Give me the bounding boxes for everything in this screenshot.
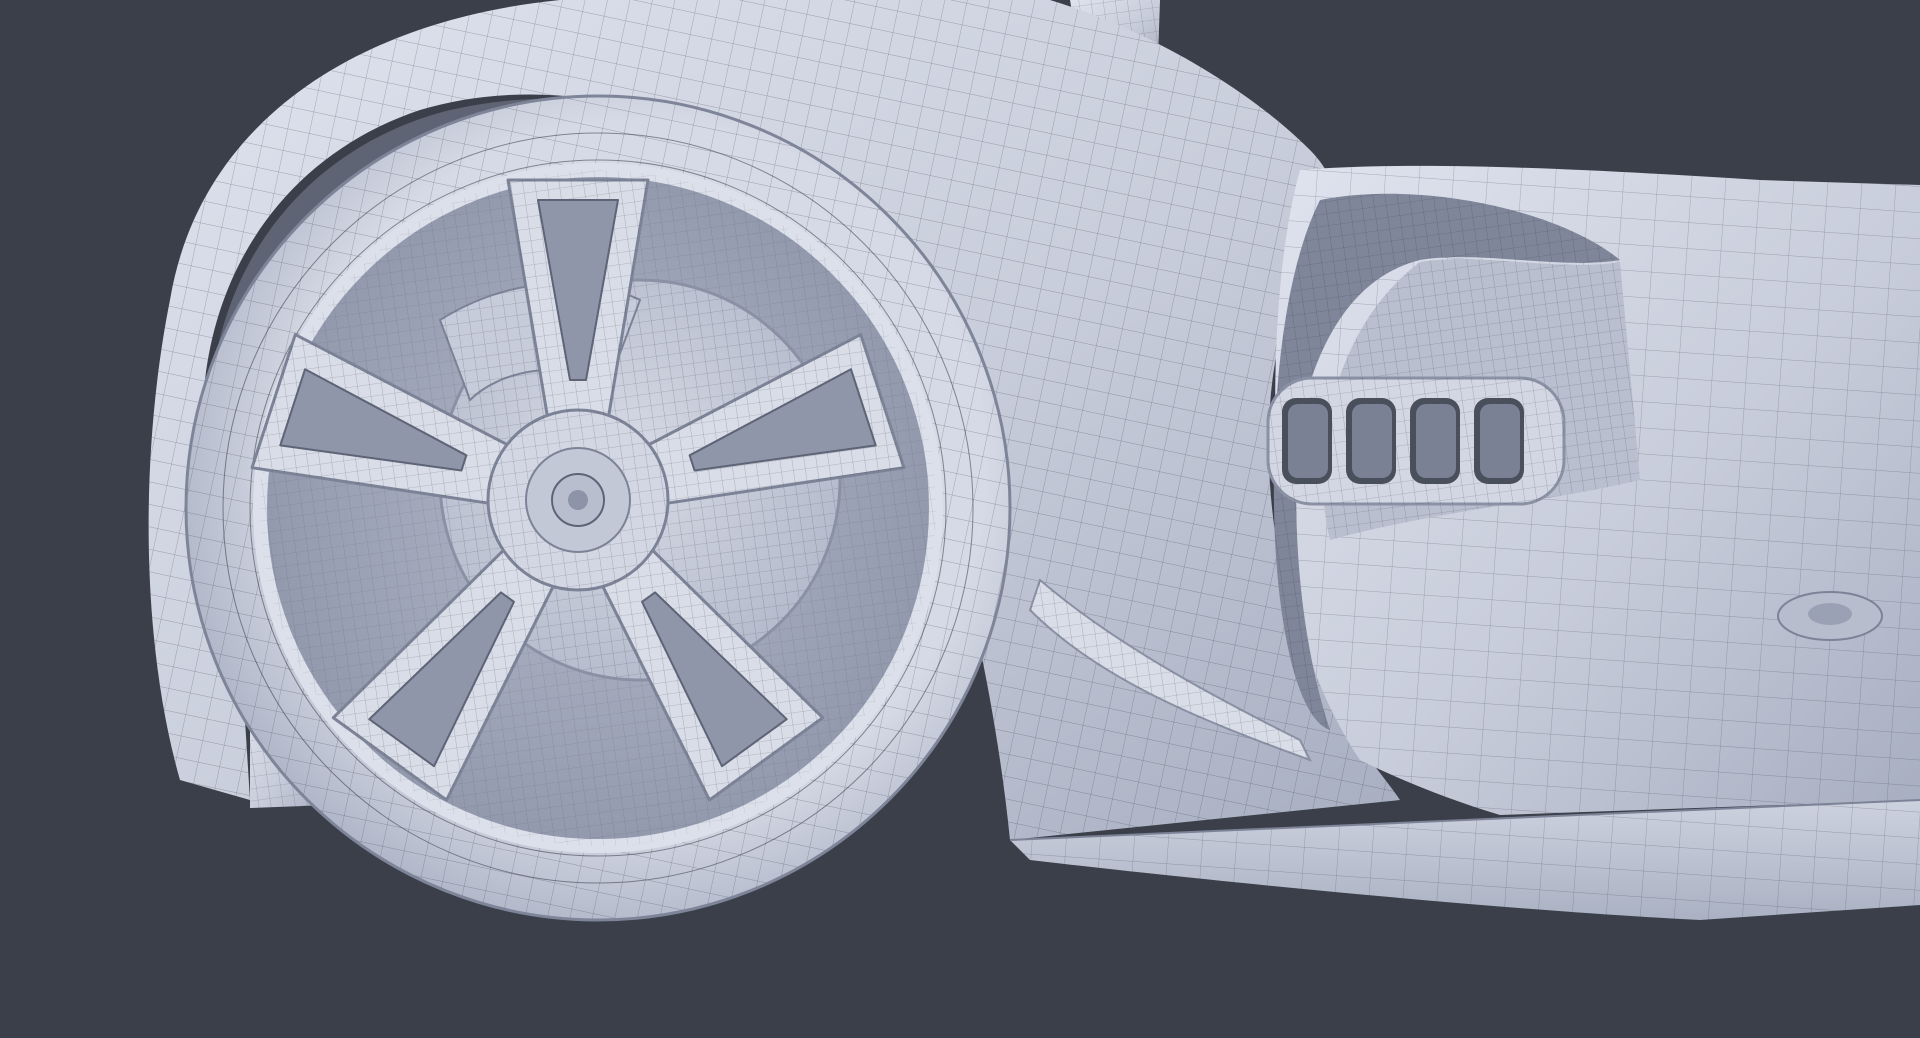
body-fastener bbox=[1777, 591, 1883, 641]
side-vent bbox=[1266, 376, 1566, 506]
vent-slot bbox=[1346, 398, 1396, 484]
vent-slot bbox=[1282, 398, 1332, 484]
front-wheel bbox=[184, 94, 1012, 922]
wireframe-render bbox=[0, 0, 1920, 1038]
3d-viewport bbox=[0, 0, 1920, 1038]
vent-slot bbox=[1474, 398, 1524, 484]
vent-slot bbox=[1410, 398, 1460, 484]
center-lug-nut bbox=[551, 473, 605, 527]
